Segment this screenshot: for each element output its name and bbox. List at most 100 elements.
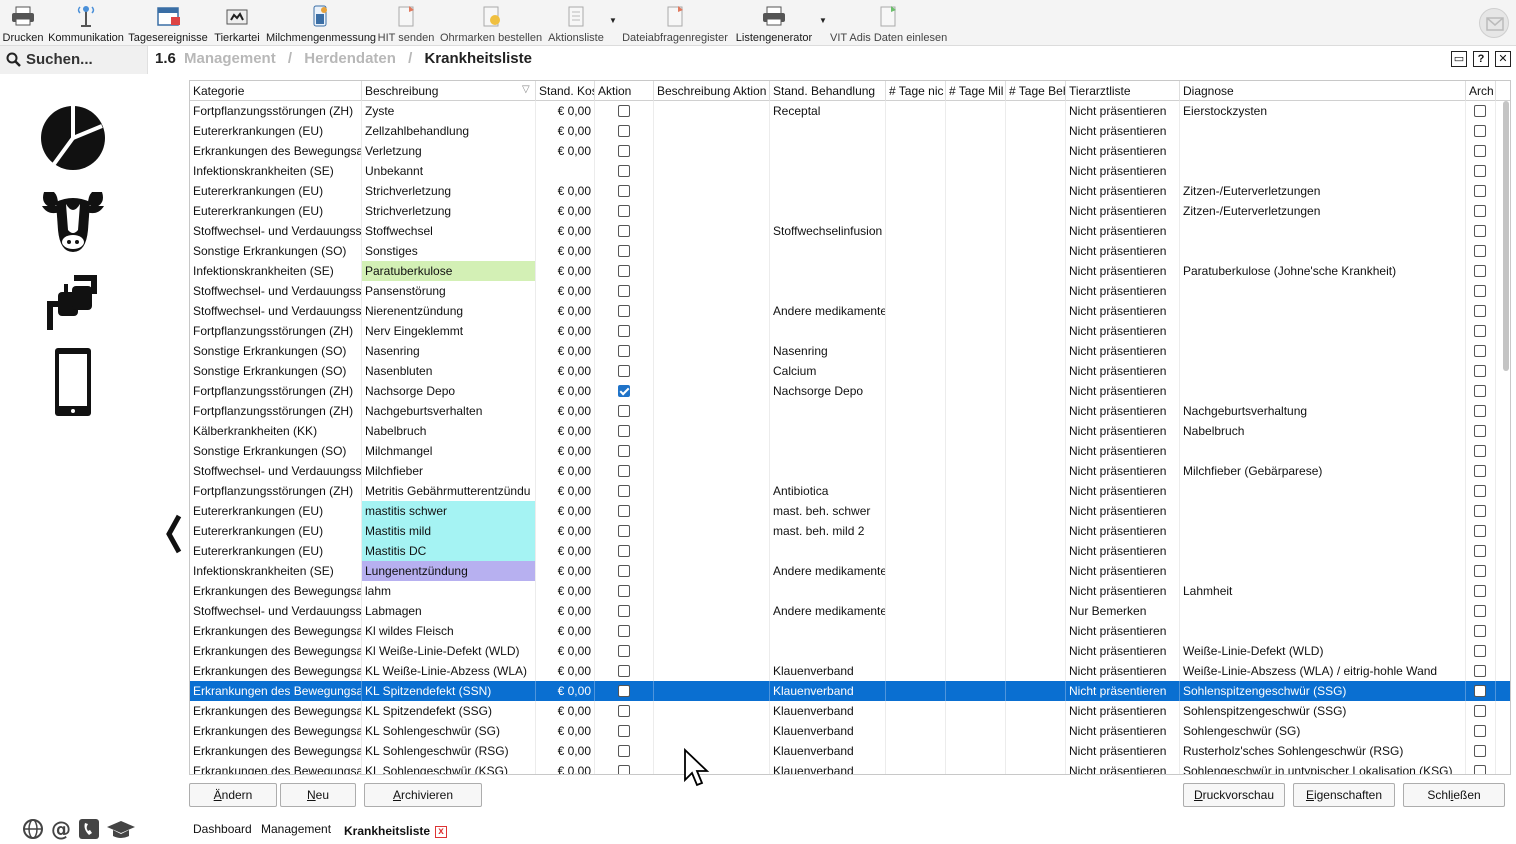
action-checkbox[interactable] (618, 245, 630, 257)
cell-behandlung[interactable] (770, 641, 886, 661)
cell-empty[interactable] (886, 281, 946, 301)
archive-checkbox[interactable] (1474, 165, 1486, 177)
cell-behandlung[interactable] (770, 141, 886, 161)
cell-empty[interactable] (886, 561, 946, 581)
cell-empty[interactable] (1006, 421, 1066, 441)
cell-behandlung[interactable] (770, 161, 886, 181)
cell-diagnose[interactable]: Eierstockzysten (1180, 101, 1466, 121)
cell-behandlung[interactable]: Nachsorge Depo (770, 381, 886, 401)
archive-checkbox[interactable] (1474, 125, 1486, 137)
cell-kategorie[interactable]: Erkrankungen des Bewegungsap (190, 641, 362, 661)
cell-kosten[interactable]: € 0,00 (536, 341, 595, 361)
cell-beschreibung[interactable]: lahm (362, 581, 536, 601)
cell-empty[interactable] (946, 181, 1006, 201)
cell-beschreibung[interactable]: KL Spitzendefekt (SSG) (362, 701, 536, 721)
cell-kosten[interactable]: € 0,00 (536, 101, 595, 121)
cell-kosten[interactable]: € 0,00 (536, 461, 595, 481)
archive-checkbox[interactable] (1474, 445, 1486, 457)
cell-kategorie[interactable]: Fortpflanzungsstörungen (ZH) (190, 401, 362, 421)
cell-empty[interactable] (886, 601, 946, 621)
cell-tierarzt[interactable]: Nicht präsentieren (1066, 101, 1180, 121)
action-checkbox[interactable] (618, 325, 630, 337)
cell-tierarzt[interactable]: Nicht präsentieren (1066, 581, 1180, 601)
cell-empty[interactable] (886, 621, 946, 641)
table-row[interactable]: Stoffwechsel- und Verdauungss Pansenstöru… (190, 281, 1510, 301)
action-checkbox[interactable] (618, 345, 630, 357)
cell-empty[interactable] (1006, 241, 1066, 261)
cell-diagnose[interactable]: Zitzen-/Euterverletzungen (1180, 201, 1466, 221)
cell-kosten[interactable]: € 0,00 (536, 581, 595, 601)
properties-button[interactable]: Eigenschaften (1293, 783, 1395, 807)
cell-diagnose[interactable]: Sohlengeschwür in untypischer Lokalisati… (1180, 761, 1466, 774)
cell-empty[interactable] (654, 661, 770, 681)
cell-empty[interactable] (886, 741, 946, 761)
archive-checkbox[interactable] (1474, 205, 1486, 217)
cell-empty[interactable] (1006, 381, 1066, 401)
cell-empty[interactable] (886, 421, 946, 441)
archive-checkbox[interactable] (1474, 145, 1486, 157)
cell-empty[interactable] (946, 161, 1006, 181)
cell-empty[interactable] (946, 441, 1006, 461)
action-checkbox[interactable] (618, 205, 630, 217)
action-checkbox[interactable] (618, 445, 630, 457)
cell-empty[interactable] (654, 481, 770, 501)
cell-kategorie[interactable]: Fortpflanzungsstörungen (ZH) (190, 321, 362, 341)
cell-empty[interactable] (886, 521, 946, 541)
cell-empty[interactable] (654, 641, 770, 661)
cell-empty[interactable] (946, 201, 1006, 221)
archive-checkbox[interactable] (1474, 405, 1486, 417)
cell-kategorie[interactable]: Fortpflanzungsstörungen (ZH) (190, 481, 362, 501)
cell-tierarzt[interactable]: Nicht präsentieren (1066, 361, 1180, 381)
table-row[interactable]: Erkrankungen des Bewegungsap Verletzung € … (190, 141, 1510, 161)
column-header[interactable]: # Tage nic (886, 81, 946, 101)
breadcrumb-item-herd-data[interactable]: Herdendaten (304, 50, 396, 67)
action-checkbox[interactable] (618, 505, 630, 517)
cell-empty[interactable] (654, 461, 770, 481)
cell-beschreibung[interactable]: Sonstiges (362, 241, 536, 261)
cell-empty[interactable] (1006, 561, 1066, 581)
cell-empty[interactable] (654, 141, 770, 161)
archive-checkbox[interactable] (1474, 665, 1486, 677)
cell-diagnose[interactable] (1180, 361, 1466, 381)
cell-diagnose[interactable] (1180, 281, 1466, 301)
cell-kategorie[interactable]: Stoffwechsel- und Verdauungss (190, 301, 362, 321)
cell-kosten[interactable]: € 0,00 (536, 301, 595, 321)
cell-kosten[interactable]: € 0,00 (536, 261, 595, 281)
table-row[interactable]: Erkrankungen des Bewegungsap KL Weiße-Lin… (190, 661, 1510, 681)
cell-diagnose[interactable]: Weiße-Linie-Abszess (WLA) / eitrig-hohle… (1180, 661, 1466, 681)
cell-empty[interactable] (654, 301, 770, 321)
cell-tierarzt[interactable]: Nicht präsentieren (1066, 741, 1180, 761)
cell-beschreibung[interactable]: Pansenstörung (362, 281, 536, 301)
cell-diagnose[interactable] (1180, 501, 1466, 521)
cell-tierarzt[interactable]: Nicht präsentieren (1066, 121, 1180, 141)
cell-empty[interactable] (654, 421, 770, 441)
cell-empty[interactable] (1006, 301, 1066, 321)
cell-empty[interactable] (1006, 701, 1066, 721)
cell-behandlung[interactable] (770, 581, 886, 601)
cell-diagnose[interactable]: Paratuberkulose (Johne'sche Krankheit) (1180, 261, 1466, 281)
cell-behandlung[interactable] (770, 461, 886, 481)
cell-empty[interactable] (1006, 761, 1066, 774)
cell-tierarzt[interactable]: Nicht präsentieren (1066, 721, 1180, 741)
cell-behandlung[interactable]: mast. beh. schwer (770, 501, 886, 521)
table-row[interactable]: Erkrankungen des Bewegungsap KL Spitzende… (190, 701, 1510, 721)
cell-empty[interactable] (886, 701, 946, 721)
cell-tierarzt[interactable]: Nicht präsentieren (1066, 301, 1180, 321)
animal-card-button[interactable]: Tierkartei (212, 2, 262, 44)
action-checkbox[interactable] (618, 365, 630, 377)
archive-checkbox[interactable] (1474, 325, 1486, 337)
cell-behandlung[interactable]: Klauenverband (770, 661, 886, 681)
cell-behandlung[interactable]: Klauenverband (770, 681, 886, 701)
column-header[interactable]: # Tage Beh (1006, 81, 1066, 101)
cell-empty[interactable] (1006, 141, 1066, 161)
cell-tierarzt[interactable]: Nicht präsentieren (1066, 701, 1180, 721)
cell-kosten[interactable]: € 0,00 (536, 381, 595, 401)
column-header[interactable]: Aktion (595, 81, 654, 101)
action-checkbox[interactable] (618, 665, 630, 677)
cell-beschreibung[interactable]: Nasenbluten (362, 361, 536, 381)
cell-tierarzt[interactable]: Nicht präsentieren (1066, 421, 1180, 441)
plug-icon[interactable] (36, 264, 110, 338)
archive-checkbox[interactable] (1474, 285, 1486, 297)
cell-empty[interactable] (654, 361, 770, 381)
action-checkbox[interactable] (618, 465, 630, 477)
